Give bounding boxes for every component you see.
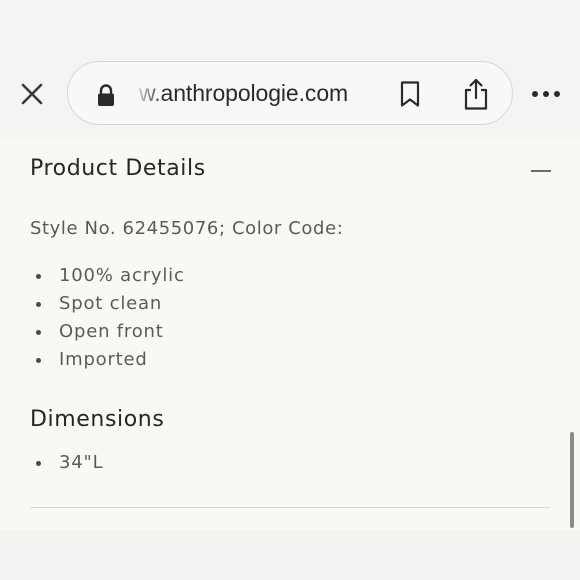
list-item-text: Imported: [59, 349, 148, 370]
bottom-area: [0, 530, 580, 580]
browser-toolbar: w.anthropologie.com: [0, 0, 580, 140]
list-item: Imported: [30, 346, 185, 374]
bullet: [36, 274, 41, 279]
list-item: Spot clean: [30, 290, 185, 318]
product-details-heading: Product Details: [30, 156, 206, 181]
list-item-text: 100% acrylic: [59, 265, 185, 286]
list-item: 100% acrylic: [30, 262, 185, 290]
bullet: [36, 330, 41, 335]
bullet: [36, 302, 41, 307]
list-item-text: 34"L: [59, 452, 104, 473]
list-item: 34"L: [30, 449, 103, 477]
more-button[interactable]: [528, 80, 564, 108]
close-button[interactable]: [14, 76, 50, 112]
product-details-panel: Product Details Style No. 62455076; Colo…: [0, 140, 580, 530]
bullet: [36, 461, 41, 466]
bullet: [36, 358, 41, 363]
url-text: w.anthropologie.com: [139, 80, 349, 106]
list-item-text: Open front: [59, 321, 164, 342]
style-number: Style No. 62455076; Color Code:: [30, 218, 344, 239]
dimensions-list: 34"L: [30, 449, 103, 477]
more-icon: [532, 91, 560, 97]
list-item: Open front: [30, 318, 185, 346]
list-item-text: Spot clean: [59, 293, 163, 314]
address-bar[interactable]: w.anthropologie.com: [67, 61, 513, 125]
dimensions-heading: Dimensions: [30, 407, 165, 432]
minus-icon[interactable]: [530, 169, 552, 173]
scrollbar[interactable]: [570, 432, 574, 528]
lock-icon: [98, 84, 114, 106]
share-icon[interactable]: [461, 77, 491, 111]
bookmark-icon[interactable]: [397, 80, 423, 108]
product-details-list: 100% acrylic Spot clean Open front Impor…: [30, 262, 185, 374]
close-icon: [21, 83, 43, 105]
divider: [30, 507, 550, 508]
